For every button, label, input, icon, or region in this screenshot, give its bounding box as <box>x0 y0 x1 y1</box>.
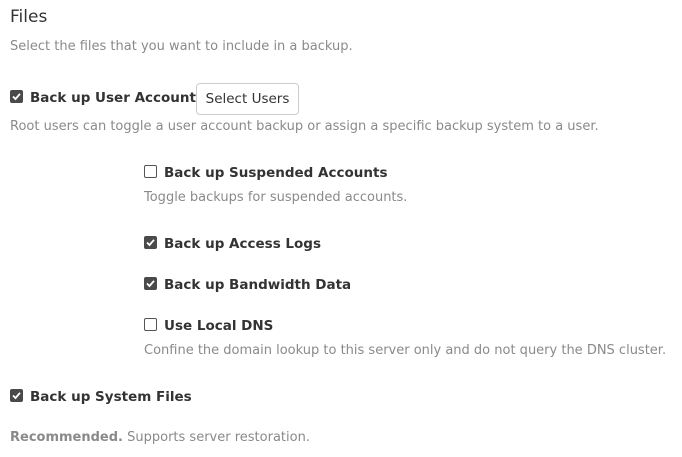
access-logs-checkbox[interactable] <box>144 236 157 249</box>
bandwidth-data-checkbox[interactable] <box>144 277 157 290</box>
recommended-label: Recommended. <box>10 430 123 445</box>
user-accounts-help: Root users can toggle a user account bac… <box>10 119 599 134</box>
user-accounts-checkbox[interactable] <box>10 90 23 103</box>
bandwidth-data-label[interactable]: Back up Bandwidth Data <box>164 276 351 294</box>
section-title: Files <box>10 7 48 27</box>
checkmark-icon <box>12 93 21 101</box>
system-files-help: Recommended. Supports server restoration… <box>10 429 310 447</box>
local-dns-checkbox[interactable] <box>144 318 157 331</box>
user-accounts-label[interactable]: Back up User Accounts <box>30 89 204 107</box>
select-users-button[interactable]: Select Users <box>196 83 299 115</box>
checkmark-icon <box>146 239 155 247</box>
system-files-label[interactable]: Back up System Files <box>30 388 192 406</box>
suspended-accounts-help: Toggle backups for suspended accounts. <box>144 190 408 205</box>
checkmark-icon <box>12 392 21 400</box>
local-dns-label[interactable]: Use Local DNS <box>164 317 273 335</box>
local-dns-help: Confine the domain lookup to this server… <box>144 343 667 358</box>
access-logs-label[interactable]: Back up Access Logs <box>164 235 321 253</box>
suspended-accounts-label[interactable]: Back up Suspended Accounts <box>164 164 387 182</box>
system-files-checkbox[interactable] <box>10 389 23 402</box>
suspended-accounts-checkbox[interactable] <box>144 165 157 178</box>
section-description: Select the files that you want to includ… <box>10 39 353 54</box>
system-files-help-text: Supports server restoration. <box>127 430 310 445</box>
checkmark-icon <box>146 280 155 288</box>
